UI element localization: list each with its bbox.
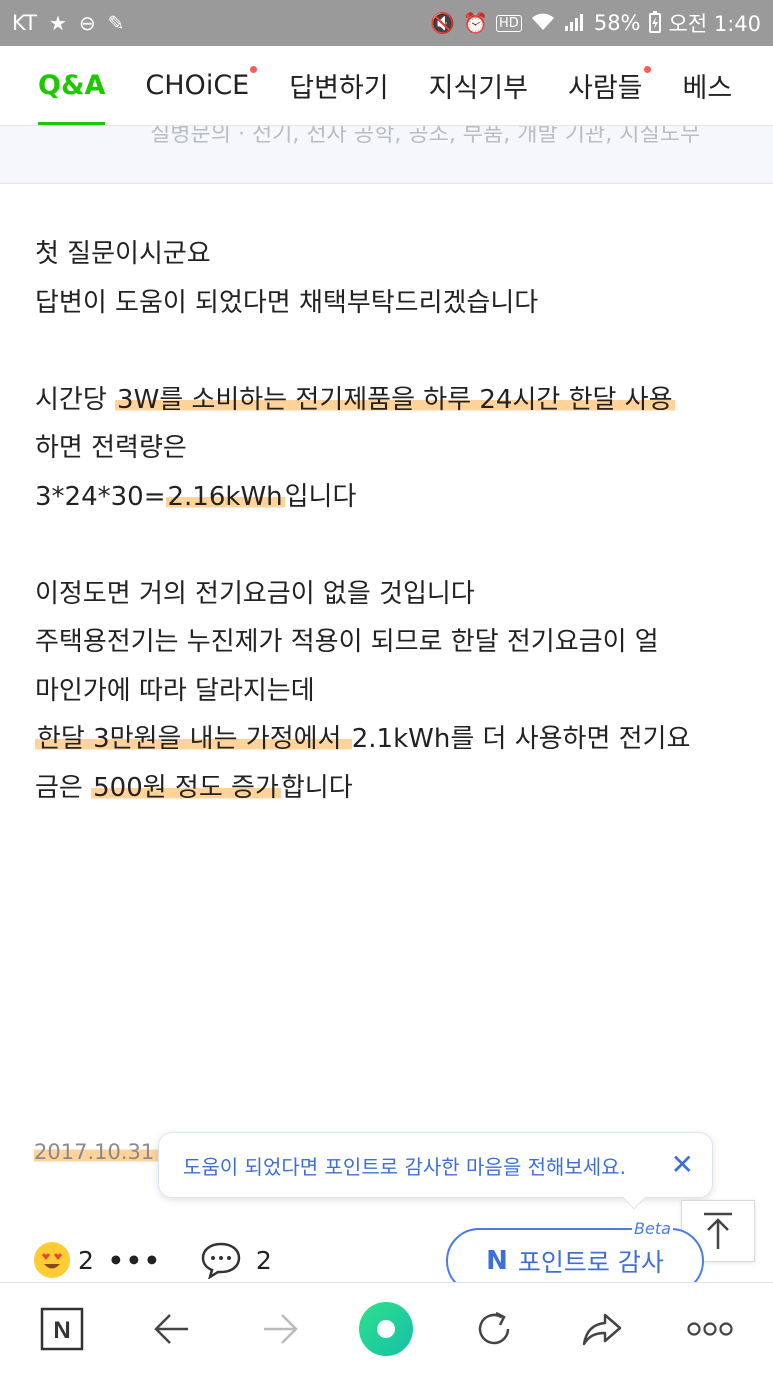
alarm-icon: ⏰ [463, 11, 489, 35]
more-reactions-button[interactable]: ••• [108, 1246, 162, 1275]
tab-people[interactable]: 사람들 [548, 46, 663, 125]
question-tag-strip: 질병문의 · 전기, 전자 공학, 공조, 부품, 개발 기관, 지칠노무 [0, 126, 773, 184]
answer-line: 시간당 3W를 소비하는 전기제품을 하루 24시간 한달 사용 [35, 376, 745, 425]
answer-text: 시간당 [35, 384, 116, 415]
new-badge-dot [643, 65, 651, 73]
answer-text: 합니다 [280, 772, 353, 803]
answer-line: 이정도면 거의 전기요금이 없을 것입니다 [35, 578, 475, 609]
close-icon[interactable]: ✕ [671, 1151, 694, 1179]
tag-text: 질병문의 · 전기, 전자 공학, 공조, 부품, 개발 기관, 지칠노무 [150, 126, 701, 147]
answer-line: 마인가에 따라 달라지는데 [35, 675, 315, 706]
tab-best[interactable]: 베스 [663, 46, 753, 125]
heart-eyes-emoji-icon[interactable] [34, 1242, 70, 1278]
reload-button[interactable] [454, 1283, 534, 1374]
tab-answer[interactable]: 답변하기 [269, 46, 408, 125]
answer-date: 2017.10.31 [34, 1140, 165, 1164]
hd-icon: HD [496, 14, 522, 32]
signal-icon [564, 12, 586, 35]
do-not-disturb-icon: ⊖ [78, 11, 96, 35]
carrier-label: KT [12, 11, 37, 35]
mute-icon: 🔇 [430, 11, 456, 35]
forward-button[interactable] [240, 1283, 320, 1374]
forward-icon [264, 1314, 298, 1344]
clock: 오전 1:40 [668, 12, 761, 36]
answer-text: 2.1kWh를 더 사용하면 전기요 [351, 724, 691, 754]
tab-label: 지식기부 [428, 73, 528, 104]
reload-icon [478, 1311, 510, 1345]
arrow-up-to-top-icon [704, 1212, 732, 1249]
tab-knowledge-donation[interactable]: 지식기부 [409, 46, 548, 125]
back-button[interactable] [132, 1283, 212, 1374]
back-icon [154, 1314, 188, 1344]
status-right: 🔇 ⏰ HD 58% 오전 1:40 [430, 8, 761, 38]
answer-text: 금은 [35, 772, 92, 803]
share-icon [582, 1313, 622, 1346]
naver-home-button[interactable]: N [22, 1283, 102, 1374]
star-icon: ★ [48, 11, 67, 35]
answer-line: 주택용전기는 누진제가 적용이 되므로 한달 전기요금이 얼 [35, 627, 659, 657]
tab-qna[interactable]: Q&A [0, 46, 125, 125]
status-left: KT ★ ⊖ ✎ [12, 11, 124, 35]
tab-label: 베스 [682, 73, 733, 104]
answer-line: 금은 500원 정도 증가합니다 [35, 764, 745, 813]
tooltip-text: 도움이 되었다면 포인트로 감사한 마음을 전해보세요. [183, 1154, 626, 1179]
tab-label: CHOiCE [145, 70, 250, 101]
wifi-icon [530, 12, 556, 35]
tooltip-tail [622, 1186, 646, 1210]
answer-text: 3*24*30= [35, 481, 166, 512]
tab-label: 사람들 [567, 73, 643, 104]
category-tab-nav: Q&A CHOiCE 답변하기 지식기부 사람들 베스 [0, 46, 773, 126]
green-dot-icon [359, 1302, 413, 1356]
answer-line: 3*24*30=2.16kWh입니다 [35, 473, 745, 522]
new-badge-dot [250, 65, 258, 73]
answer-body: 첫 질문이시군요 답변이 도움이 되었다면 채택부탁드리겠습니다 시간당 3W를… [35, 230, 745, 812]
highlighted-text: 500원 정도 증가 [91, 772, 281, 803]
naver-pay-icon: N [486, 1246, 508, 1276]
reaction-count: 2 [78, 1245, 94, 1275]
svg-text:N: N [53, 1317, 70, 1344]
green-dot-button[interactable] [346, 1283, 426, 1374]
answer-line: 하면 전력량은 [35, 433, 187, 463]
more-icon [687, 1322, 733, 1336]
comment-icon[interactable] [200, 1241, 242, 1279]
comment-count: 2 [255, 1245, 272, 1275]
battery-charging-icon [648, 10, 661, 36]
status-bar: KT ★ ⊖ ✎ 🔇 ⏰ HD 58% 오전 1:40 [0, 0, 773, 46]
naver-home-icon: N [40, 1307, 84, 1351]
highlighted-text: 3W를 소비하는 전기제품을 하루 24시간 한달 사용 [115, 384, 675, 415]
tab-label: 답변하기 [289, 73, 389, 104]
tab-choice[interactable]: CHOiCE [125, 46, 269, 125]
browser-bottom-bar: N [0, 1282, 773, 1374]
more-menu-button[interactable] [670, 1283, 750, 1374]
beta-badge: Beta [632, 1219, 673, 1238]
point-button-label: 포인트로 감사 [517, 1248, 664, 1277]
answer-text: 입니다 [284, 481, 357, 512]
reaction-row: 2 ••• 2 [34, 1236, 272, 1284]
highlighted-text: 2.16kWh [165, 481, 285, 512]
answer-line: 답변이 도움이 되었다면 채택부탁드리겠습니다 [35, 287, 539, 318]
point-thanks-tooltip: 도움이 되었다면 포인트로 감사한 마음을 전해보세요. ✕ [158, 1132, 713, 1210]
answer-line: 첫 질문이시군요 [35, 239, 211, 269]
highlighted-text: 한달 3만원을 내는 가정에서 [35, 724, 352, 754]
app-notification-icon: ✎ [107, 11, 125, 35]
share-button[interactable] [562, 1283, 642, 1374]
battery-percent: 58% [593, 11, 641, 35]
answer-line: 한달 3만원을 내는 가정에서 2.1kWh를 더 사용하면 전기요 [35, 715, 745, 764]
tab-label: Q&A [38, 70, 106, 101]
